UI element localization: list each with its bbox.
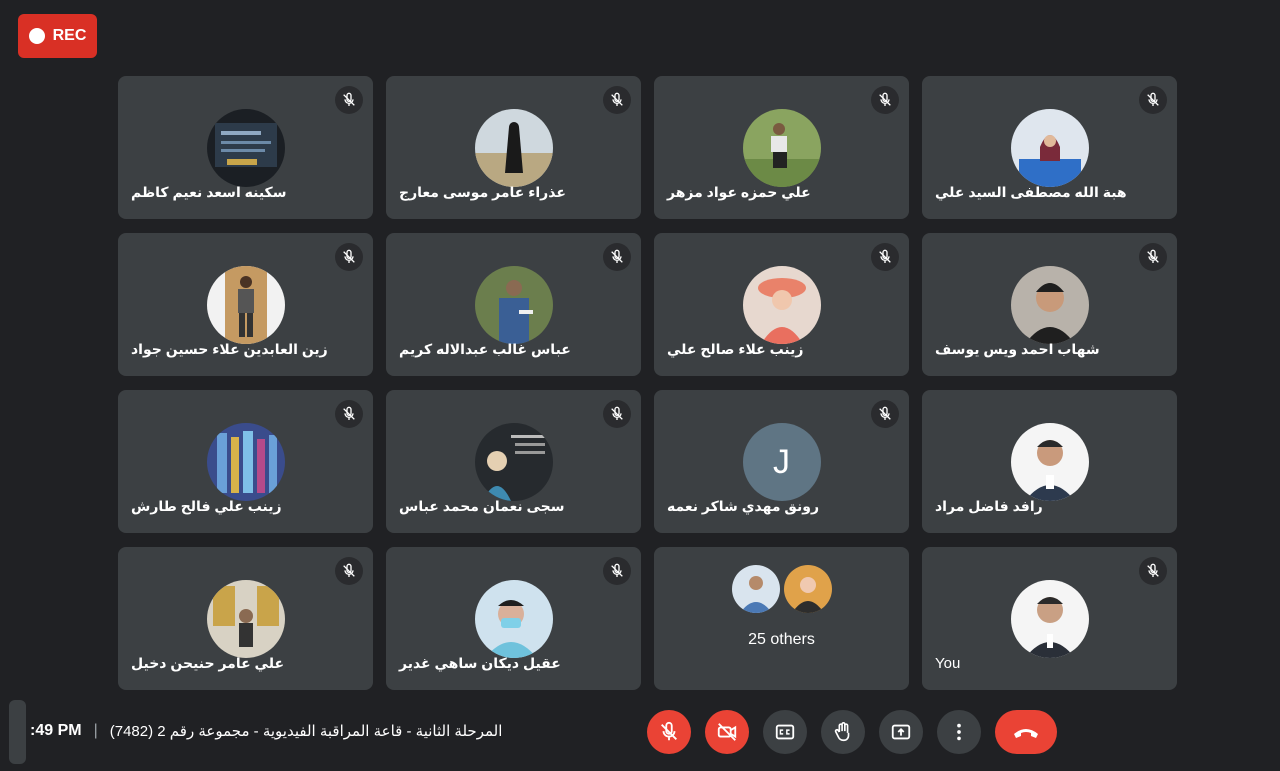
avatar <box>783 564 832 613</box>
mic-off-icon[interactable] <box>871 400 899 428</box>
end-call-icon[interactable] <box>995 710 1057 754</box>
avatar <box>731 564 780 613</box>
present-icon[interactable] <box>879 710 923 754</box>
rec-label: REC <box>52 27 87 44</box>
avatar <box>474 266 553 344</box>
avatar <box>742 266 821 344</box>
captions-icon[interactable] <box>763 710 807 754</box>
participant-name: رافد فاضل مراد <box>935 498 1043 514</box>
meeting-title: المرحلة الثانية - قاعة المراقبة الفيديوي… <box>109 723 503 740</box>
participant-name: عباس غالب عبدالاله كريم <box>399 341 571 357</box>
participant-name: زينب علي فالح طارش <box>131 498 282 514</box>
participant-tile[interactable]: سكينه اسعد نعيم كاظم <box>118 76 373 219</box>
mic-off-icon[interactable] <box>335 243 363 271</box>
participant-grid: سكينه اسعد نعيم كاظم عذراء عامر موسى معا… <box>118 76 1177 690</box>
participant-name: سكينه اسعد نعيم كاظم <box>131 184 287 200</box>
participant-name: رونق مهدي شاكر نعمه <box>667 498 820 514</box>
avatar <box>206 423 285 501</box>
participant-tile[interactable]: علي عامر حنيحن دخيل <box>118 547 373 690</box>
participant-tile[interactable]: عباس غالب عبدالاله كريم <box>386 233 641 376</box>
bottom-toolbar: :49 PM | المرحلة الثانية - قاعة المراقبة… <box>0 700 1280 771</box>
participant-name: You <box>935 655 961 672</box>
avatar <box>1010 266 1089 344</box>
mic-off-icon[interactable] <box>335 400 363 428</box>
avatar <box>474 109 553 187</box>
participant-name: هبة الله مصطفى السيد علي <box>935 184 1127 200</box>
participant-tile[interactable]: سجى نعمان محمد عباس <box>386 390 641 533</box>
participant-tile[interactable]: هبة الله مصطفى السيد علي <box>922 76 1177 219</box>
mic-off-icon[interactable] <box>603 86 631 114</box>
camera-off-icon[interactable] <box>705 710 749 754</box>
avatar <box>206 266 285 344</box>
others-count-label: 25 others <box>748 630 815 648</box>
avatar <box>206 109 285 187</box>
participant-name: علي عامر حنيحن دخيل <box>131 655 285 671</box>
mic-off-icon[interactable] <box>871 86 899 114</box>
participant-name: زين العابدين علاء حسين جواد <box>131 341 328 357</box>
participant-name: زينب علاء صالح علي <box>667 341 804 357</box>
participant-name: علي حمزه عواد مزهر <box>667 184 811 200</box>
others-tile[interactable]: 25 others <box>654 547 909 690</box>
mic-off-icon[interactable] <box>603 557 631 585</box>
clock-time: :49 PM <box>30 722 82 739</box>
participant-tile[interactable]: زينب علي فالح طارش <box>118 390 373 533</box>
recording-badge: REC <box>18 14 97 58</box>
scroll-handle[interactable] <box>9 700 26 764</box>
call-controls <box>647 710 1057 754</box>
avatar <box>206 580 285 658</box>
avatar <box>1010 423 1089 501</box>
more-options-icon[interactable] <box>937 710 981 754</box>
avatar <box>474 580 553 658</box>
participant-tile[interactable]: زين العابدين علاء حسين جواد <box>118 233 373 376</box>
self-tile[interactable]: You <box>922 547 1177 690</box>
mic-off-icon[interactable] <box>1139 86 1167 114</box>
avatar <box>1010 109 1089 187</box>
record-dot-icon <box>28 28 45 44</box>
avatar <box>474 423 553 501</box>
participant-tile[interactable]: J رونق مهدي شاكر نعمه <box>654 390 909 533</box>
participant-tile[interactable]: علي حمزه عواد مزهر <box>654 76 909 219</box>
participant-name: سجى نعمان محمد عباس <box>399 498 565 514</box>
avatar-initial: J <box>742 423 821 501</box>
participant-tile[interactable]: عذراء عامر موسى معارج <box>386 76 641 219</box>
participant-name: عقيل ديكان ساهي غدير <box>399 655 561 671</box>
mic-off-icon[interactable] <box>603 243 631 271</box>
mic-off-icon[interactable] <box>647 710 691 754</box>
mic-off-icon[interactable] <box>335 557 363 585</box>
meeting-info: :49 PM | المرحلة الثانية - قاعة المراقبة… <box>30 722 502 740</box>
mic-off-icon[interactable] <box>603 400 631 428</box>
participant-tile[interactable]: رافد فاضل مراد <box>922 390 1177 533</box>
raise-hand-icon[interactable] <box>821 710 865 754</box>
mic-off-icon[interactable] <box>1139 243 1167 271</box>
mic-off-icon[interactable] <box>335 86 363 114</box>
participant-tile[interactable]: زينب علاء صالح علي <box>654 233 909 376</box>
avatar <box>1010 580 1089 658</box>
participant-tile[interactable]: شهاب احمد ويس يوسف <box>922 233 1177 376</box>
participant-tile[interactable]: عقيل ديكان ساهي غدير <box>386 547 641 690</box>
mic-off-icon[interactable] <box>1139 557 1167 585</box>
separator: | <box>93 722 98 739</box>
mic-off-icon[interactable] <box>871 243 899 271</box>
participant-name: عذراء عامر موسى معارج <box>399 184 566 200</box>
avatar <box>742 109 821 187</box>
participant-name: شهاب احمد ويس يوسف <box>935 341 1100 357</box>
